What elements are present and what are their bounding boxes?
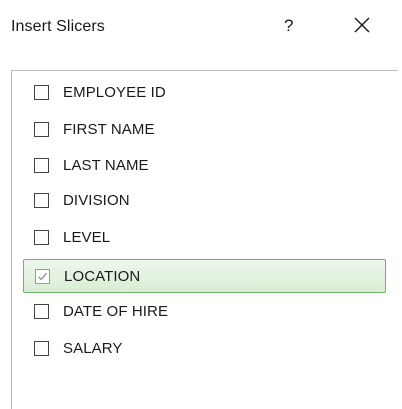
- checkbox[interactable]: [34, 340, 49, 356]
- field-item-date-of-hire[interactable]: DATE OF HIRE: [23, 296, 385, 326]
- field-item-last-name[interactable]: LAST NAME: [23, 150, 385, 180]
- checkbox[interactable]: [34, 303, 49, 319]
- field-label: DIVISION: [63, 191, 130, 209]
- checkbox[interactable]: [34, 157, 49, 173]
- checkbox[interactable]: [34, 229, 49, 245]
- field-item-level[interactable]: LEVEL: [23, 222, 385, 252]
- close-icon: [354, 17, 370, 33]
- field-label: LOCATION: [64, 267, 141, 285]
- checkmark-icon: [37, 272, 48, 280]
- dialog-title: Insert Slicers: [11, 18, 105, 35]
- field-item-location[interactable]: LOCATION: [23, 259, 386, 293]
- field-item-first-name[interactable]: FIRST NAME: [23, 114, 385, 144]
- help-button[interactable]: ?: [284, 16, 293, 36]
- field-label: LAST NAME: [63, 156, 149, 174]
- close-button[interactable]: [350, 13, 374, 37]
- field-label: FIRST NAME: [63, 120, 155, 138]
- field-label: SALARY: [63, 339, 123, 357]
- field-label: EMPLOYEE ID: [63, 83, 166, 101]
- field-item-employee-id[interactable]: EMPLOYEE ID: [23, 77, 385, 107]
- checkbox[interactable]: [34, 84, 49, 100]
- field-item-division[interactable]: DIVISION: [23, 185, 385, 215]
- checkbox[interactable]: [34, 192, 49, 208]
- checkbox[interactable]: [35, 268, 50, 284]
- field-item-salary[interactable]: SALARY: [23, 333, 385, 363]
- insert-slicers-dialog: Insert Slicers ? EMPLOYEE ID FIRST NAME …: [0, 0, 402, 409]
- field-label: LEVEL: [63, 228, 111, 246]
- checkbox[interactable]: [34, 121, 49, 137]
- field-label: DATE OF HIRE: [63, 302, 169, 320]
